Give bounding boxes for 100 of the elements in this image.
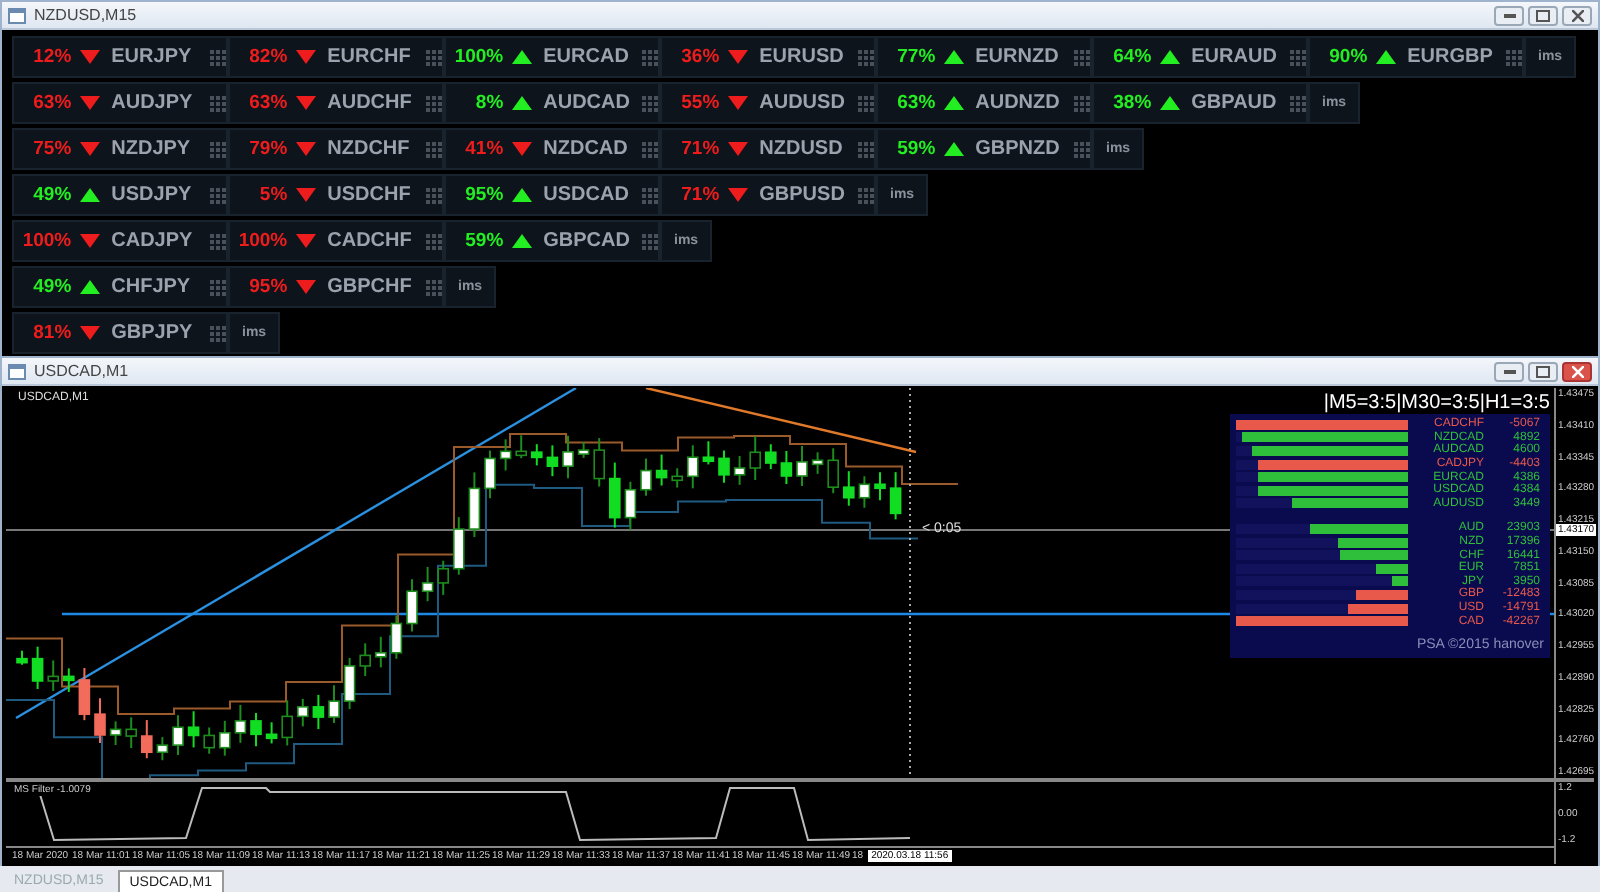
percent-value: 12% (31, 46, 72, 68)
candlestick (702, 440, 715, 466)
grid-icon (1290, 95, 1306, 111)
candlestick (546, 444, 559, 478)
pair-name: GBPCHF (327, 276, 414, 298)
candlestick (47, 659, 59, 692)
pair-name: GBPCAD (543, 230, 632, 252)
percent-value: 71% (679, 138, 720, 160)
candlestick (499, 438, 512, 472)
grid-icon (210, 49, 226, 65)
pair-name: USDCHF (327, 184, 413, 206)
pair-name: AUDUSD (759, 92, 847, 114)
grid-icon (210, 141, 226, 157)
candlestick (265, 721, 278, 745)
maximize-icon (1536, 9, 1550, 21)
candlestick (827, 447, 839, 495)
percent-value: 59% (895, 138, 936, 160)
grid-icon (210, 233, 226, 249)
candlestick (811, 451, 824, 475)
candlestick (655, 453, 668, 487)
candlestick (843, 470, 855, 507)
candlestick (78, 666, 91, 722)
percent-value: 38% (1111, 92, 1152, 114)
candlestick (343, 656, 356, 711)
close-icon (1571, 365, 1583, 377)
candlestick (733, 455, 746, 486)
minimize-icon (1503, 369, 1515, 373)
close-button[interactable] (1562, 5, 1592, 25)
candlestick (515, 434, 527, 460)
candlestick (531, 443, 543, 467)
candlestick (796, 444, 808, 487)
grid-icon (426, 233, 442, 249)
pair-name: NZDCHF (327, 138, 412, 160)
pair-name: CADJPY (111, 230, 195, 252)
candlestick (484, 449, 496, 500)
maximize-button[interactable] (1528, 361, 1558, 381)
candlestick (562, 434, 574, 480)
candlestick (63, 667, 75, 693)
pair-name: EURAUD (1191, 46, 1279, 68)
pair-name: EURUSD (759, 46, 846, 68)
pair-name: CADCHF (327, 230, 414, 252)
pair-name: CHFJPY (111, 276, 193, 298)
percent-value: 100% (20, 230, 72, 252)
minimize-button[interactable] (1494, 361, 1524, 381)
candlestick (406, 578, 418, 633)
grid-icon (426, 95, 442, 111)
percent-value: 71% (679, 184, 720, 206)
pair-name: USDJPY (111, 184, 194, 206)
minimize-button[interactable] (1494, 5, 1524, 25)
grid-icon (426, 141, 442, 157)
grid-icon (858, 187, 874, 203)
candlestick (234, 703, 247, 744)
pair-name: GBPNZD (975, 138, 1062, 160)
grid-icon (858, 49, 874, 65)
pair-name: USDCAD (543, 184, 631, 206)
grid-icon (426, 187, 442, 203)
candlestick (749, 435, 761, 481)
candlestick (593, 437, 605, 488)
candlestick (141, 719, 153, 760)
grid-icon (642, 49, 658, 65)
grid-icon (858, 141, 874, 157)
percent-value: 63% (895, 92, 936, 114)
candlestick (250, 711, 262, 748)
grid-icon (642, 95, 658, 111)
candlestick (421, 565, 434, 603)
candlestick (858, 475, 871, 509)
percent-value: 8% (473, 92, 504, 114)
candlestick (687, 444, 699, 490)
pair-name: NZDUSD (759, 138, 845, 160)
grid-icon (642, 187, 658, 203)
pair-name: GBPUSD (759, 184, 847, 206)
percent-value: 5% (257, 184, 288, 206)
candlestick (281, 699, 293, 747)
grid-icon (1506, 49, 1522, 65)
candlestick (203, 726, 215, 755)
candlestick (780, 450, 793, 485)
close-button[interactable] (1562, 361, 1592, 381)
maximize-button[interactable] (1528, 5, 1558, 25)
percent-value: 100% (452, 46, 504, 68)
pair-name: EURNZD (975, 46, 1061, 68)
window-title: USDCAD,M1 (34, 362, 129, 380)
percent-value: 90% (1327, 46, 1368, 68)
grid-icon (1074, 95, 1090, 111)
candlestick (359, 642, 371, 677)
pair-name: EURCAD (543, 46, 631, 68)
candlestick (172, 714, 184, 757)
pair-name: AUDNZD (975, 92, 1062, 114)
maximize-icon (1536, 365, 1550, 377)
grid-icon (1074, 141, 1090, 157)
pair-name: GBPAUD (1191, 92, 1279, 114)
percent-value: 77% (895, 46, 936, 68)
candlestick (31, 645, 44, 690)
grid-icon (210, 279, 226, 295)
grid-icon (210, 325, 226, 341)
grid-icon (1074, 49, 1090, 65)
percent-value: 75% (31, 138, 72, 160)
pair-name: EURGBP (1407, 46, 1495, 68)
percent-value: 63% (31, 92, 72, 114)
grid-icon (210, 95, 226, 111)
percent-value: 100% (236, 230, 288, 252)
